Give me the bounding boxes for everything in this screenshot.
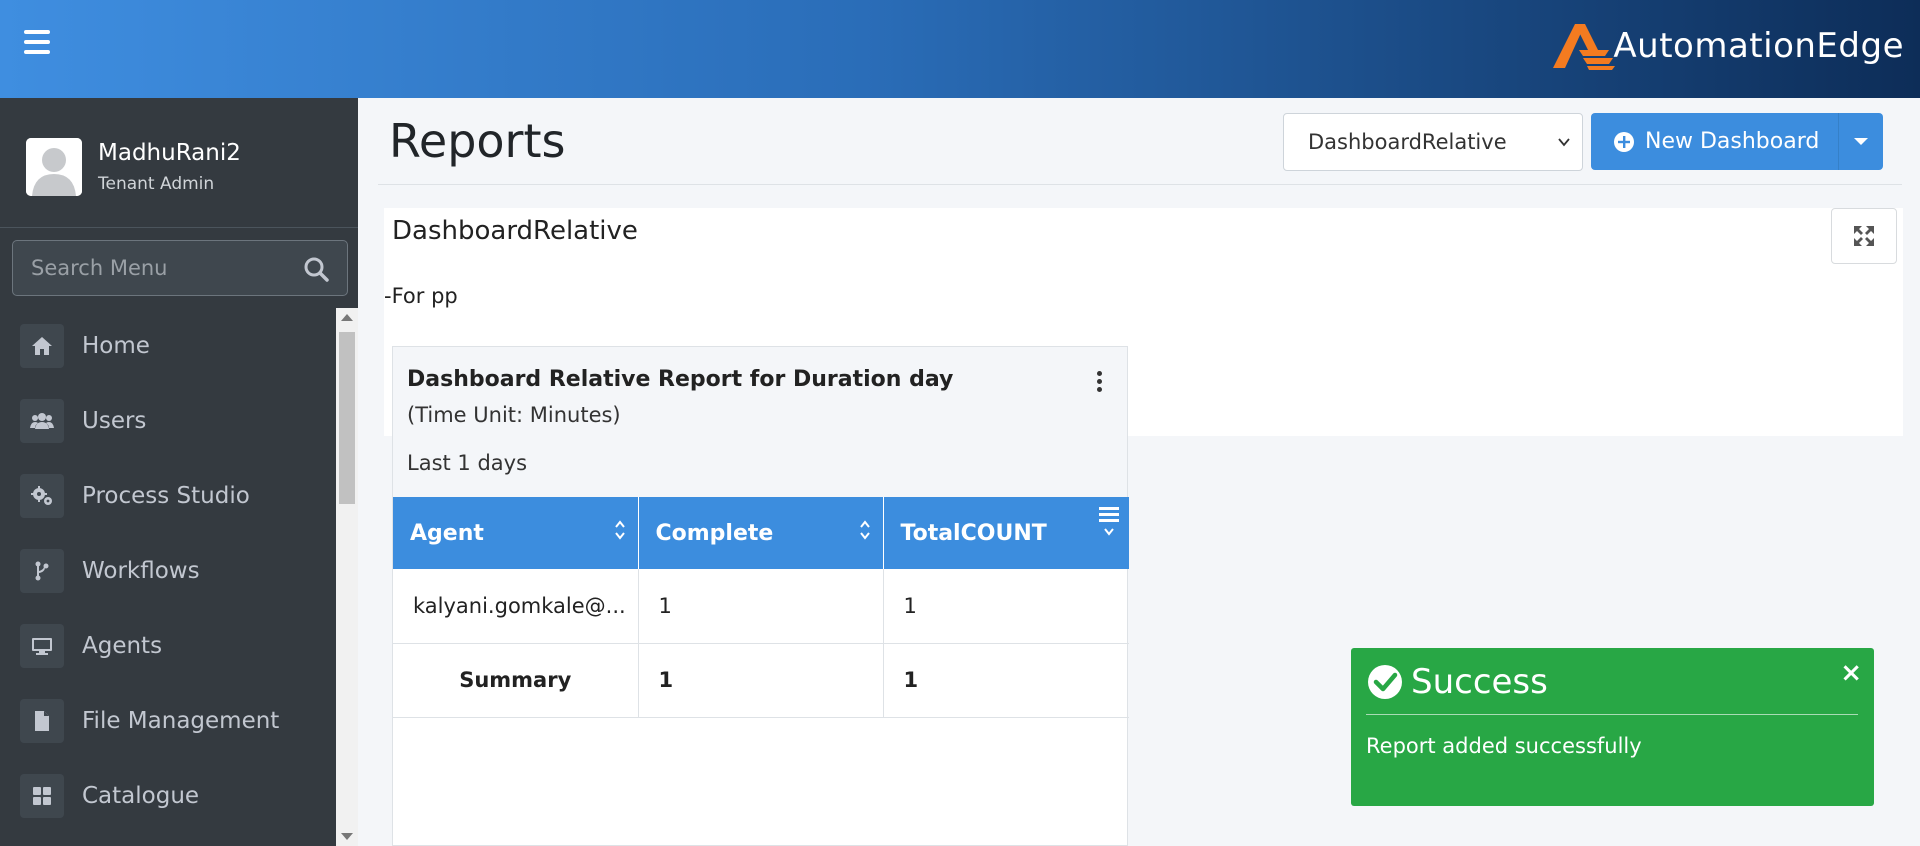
fullscreen-button[interactable]: [1831, 208, 1897, 264]
column-header-label: Agent: [410, 520, 484, 546]
caret-down-icon: [1854, 138, 1868, 145]
column-header-label: TotalCOUNT: [900, 520, 1047, 546]
new-dashboard-dropdown-toggle[interactable]: [1838, 113, 1883, 170]
user-role: Tenant Admin: [98, 174, 215, 194]
search-menu-box: [12, 240, 348, 296]
sort-icon[interactable]: [859, 519, 871, 541]
user-name[interactable]: MadhuRani2: [98, 140, 241, 166]
scroll-down-arrow-icon[interactable]: [341, 833, 353, 840]
home-icon: [20, 323, 64, 368]
dashboard-select-value: DashboardRelative: [1308, 130, 1507, 154]
search-menu-input[interactable]: [13, 241, 293, 295]
report-card: Dashboard Relative Report for Duration d…: [392, 346, 1129, 846]
brand-name: AutomationEdge: [1613, 26, 1904, 66]
column-header-label: Complete: [655, 520, 774, 546]
sidebar-item-agents[interactable]: Agents: [0, 608, 336, 683]
summary-total: 1: [883, 643, 1129, 718]
cell-agent: kalyani.gomkale@...: [393, 569, 639, 644]
expand-icon: [1854, 226, 1874, 246]
success-toast: Success × Report added successfully: [1351, 648, 1874, 806]
dashboard-description: -For pp: [384, 284, 458, 308]
sidebar-item-users[interactable]: Users: [0, 383, 336, 458]
page-title: Reports: [389, 114, 566, 168]
search-icon[interactable]: [303, 256, 329, 282]
close-icon[interactable]: ×: [1840, 660, 1862, 686]
new-dashboard-label: New Dashboard: [1645, 129, 1820, 154]
sidebar-item-label: Home: [82, 332, 150, 359]
sidebar-item-file-management[interactable]: File Management: [0, 683, 336, 758]
users-icon: [20, 398, 64, 443]
chevron-down-icon: [1558, 138, 1570, 147]
kebab-menu-icon[interactable]: [1097, 371, 1103, 393]
sidebar-item-label: File Management: [82, 707, 280, 734]
divider: [378, 184, 1902, 185]
hamburger-menu-icon[interactable]: [24, 30, 58, 60]
user-avatar-icon: [26, 138, 82, 196]
sidebar-item-workflows[interactable]: Workflows: [0, 533, 336, 608]
sidebar-item-label: Process Studio: [82, 482, 250, 509]
report-card-header: Dashboard Relative Report for Duration d…: [393, 347, 1127, 497]
summary-row: Summary 1 1: [393, 643, 1129, 718]
sort-icon[interactable]: [614, 519, 626, 541]
desktop-icon: [20, 623, 64, 668]
scroll-thumb[interactable]: [339, 332, 355, 504]
sidebar-item-label: Users: [82, 407, 147, 434]
top-navbar: AutomationEdge: [0, 0, 1920, 98]
scroll-up-arrow-icon[interactable]: [341, 314, 353, 321]
sidebar-item-home[interactable]: Home: [0, 308, 336, 383]
user-panel: MadhuRani2 Tenant Admin: [0, 98, 358, 228]
check-circle-icon: [1368, 665, 1402, 699]
column-header-totalcount[interactable]: TotalCOUNT: [883, 497, 1129, 569]
sidebar-item-label: Workflows: [82, 557, 200, 584]
report-range: Last 1 days: [407, 451, 528, 475]
dashboard-select[interactable]: DashboardRelative: [1283, 113, 1583, 171]
table-row[interactable]: kalyani.gomkale@... 1 1: [393, 569, 1129, 644]
brand-logo: AutomationEdge: [1549, 18, 1904, 74]
column-header-agent[interactable]: Agent: [393, 497, 639, 569]
toast-title: Success: [1411, 662, 1548, 702]
cell-complete: 1: [638, 569, 884, 644]
avatar[interactable]: [26, 138, 82, 196]
sidebar-item-label: Agents: [82, 632, 163, 659]
column-header-complete[interactable]: Complete: [638, 497, 884, 569]
sidebar-item-label: Catalogue: [82, 782, 200, 809]
summary-label: Summary: [393, 643, 639, 718]
plus-circle-icon: [1614, 131, 1634, 152]
gears-icon: [20, 473, 64, 518]
new-dashboard-button-group: New Dashboard: [1591, 113, 1883, 170]
toast-message: Report added successfully: [1366, 734, 1642, 758]
column-menu-icon[interactable]: [1097, 505, 1121, 541]
branch-icon: [20, 548, 64, 593]
sidebar: MadhuRani2 Tenant Admin Home Users Proce…: [0, 98, 358, 846]
sidebar-item-process-studio[interactable]: Process Studio: [0, 458, 336, 533]
dashboard-name: DashboardRelative: [392, 216, 638, 246]
divider: [1366, 714, 1858, 715]
grid-icon: [20, 773, 64, 818]
cell-totalcount: 1: [883, 569, 1129, 644]
new-dashboard-button[interactable]: New Dashboard: [1591, 113, 1838, 170]
sidebar-item-catalogue[interactable]: Catalogue: [0, 758, 336, 833]
sidebar-menu: Home Users Process Studio Workflows Agen…: [0, 308, 336, 846]
automationedge-logo-icon: [1553, 24, 1616, 70]
report-subtitle: (Time Unit: Minutes): [407, 403, 621, 427]
summary-complete: 1: [638, 643, 884, 718]
sidebar-scrollbar[interactable]: [336, 308, 358, 846]
report-table: Agent Complete TotalCOUNT kalyani.gomkal…: [393, 497, 1129, 718]
report-title: Dashboard Relative Report for Duration d…: [407, 367, 954, 392]
file-icon: [20, 698, 64, 743]
